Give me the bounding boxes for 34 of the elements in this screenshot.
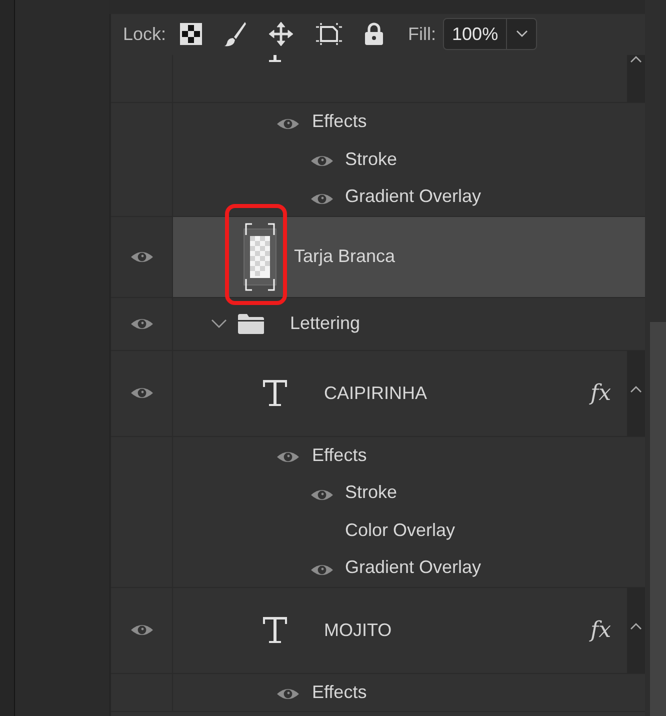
layer-name: Lettering	[290, 313, 360, 334]
layer-name: CAIPIRINHA	[324, 382, 428, 404]
effect-name: Stroke	[345, 148, 398, 170]
effect-name: Effects	[312, 682, 367, 703]
effect-name: Gradient Overlay	[345, 557, 482, 578]
padlock-icon[interactable]	[364, 22, 384, 46]
fill-label: Fill:	[408, 24, 436, 44]
effect-name: Color Overlay	[345, 520, 456, 541]
collapse-caret-icon[interactable]	[630, 55, 642, 63]
collapse-caret-icon[interactable]	[630, 384, 642, 392]
effect-name: Effects	[312, 444, 367, 466]
layer-row[interactable]: MOJITO fx	[111, 588, 645, 674]
eye-icon[interactable]	[130, 385, 154, 401]
collapse-caret-icon[interactable]	[630, 622, 642, 630]
folder-icon	[237, 312, 265, 334]
effect-name: Gradient Overlay	[345, 186, 482, 208]
lock-label: Lock:	[123, 24, 166, 44]
lock-transparency-icon[interactable]	[180, 23, 202, 45]
text-layer-icon	[262, 616, 288, 644]
fill-field[interactable]: 100%	[443, 18, 538, 50]
collapse-chevron-icon[interactable]	[211, 318, 227, 328]
text-layer-icon	[262, 379, 288, 407]
eye-icon[interactable]	[130, 622, 154, 638]
layer-row[interactable]: Lettering	[111, 298, 645, 350]
fx-label: fx	[590, 618, 611, 642]
artboard-icon[interactable]	[315, 22, 344, 46]
brush-icon[interactable]	[223, 21, 248, 47]
layer-name: Tarja Branca	[294, 246, 396, 267]
effect-name: Effects	[312, 111, 367, 132]
move-icon[interactable]	[268, 21, 294, 47]
layer-row[interactable]: CAIPIRINHA fx	[111, 350, 645, 436]
fx-label: fx	[590, 380, 611, 406]
layer-name: MOJITO	[324, 620, 392, 640]
effect-name: Stroke	[345, 482, 398, 504]
